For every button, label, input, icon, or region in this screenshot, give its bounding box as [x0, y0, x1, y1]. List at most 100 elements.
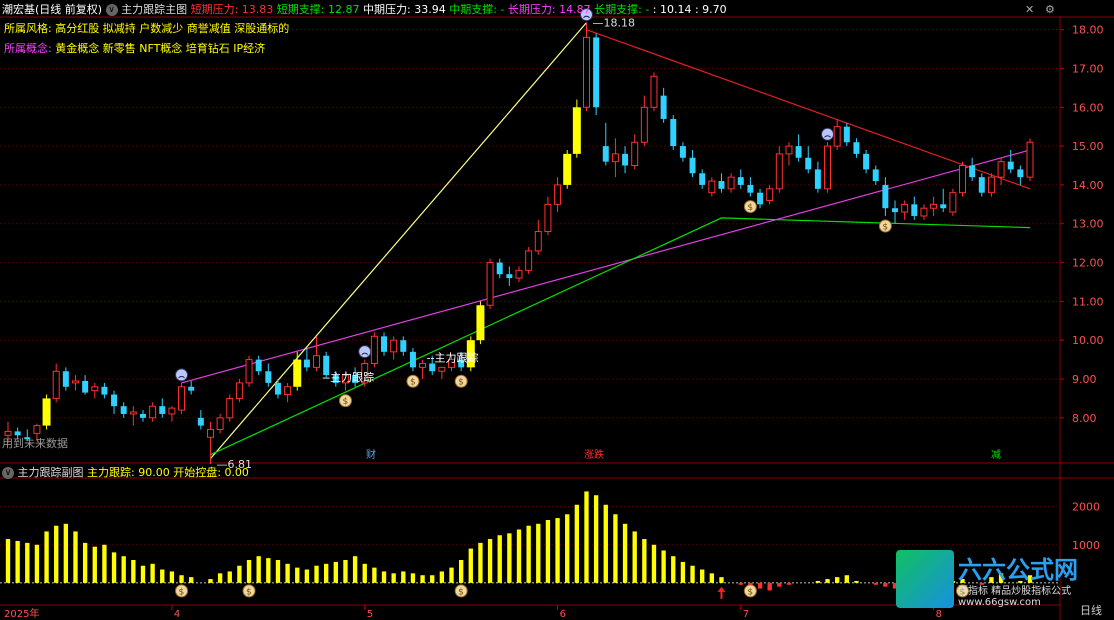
candle-body	[313, 355, 321, 368]
sub-bar	[131, 560, 136, 583]
candle-body	[611, 153, 619, 163]
candle-body	[949, 192, 957, 213]
money-bag-sign: $	[179, 587, 185, 597]
x-tick-label: 6	[560, 609, 566, 620]
candle-body	[766, 188, 774, 201]
sub-chart-header: ∨ 主力跟踪副图 主力跟踪: 90.00 开始控盘: 0.00	[2, 466, 249, 480]
sub-bar	[73, 531, 78, 583]
sub-bar	[44, 531, 49, 583]
header-item-label: 长期压力:	[504, 3, 556, 16]
event-tag-finance[interactable]: 财	[365, 450, 377, 462]
candle-body	[757, 192, 764, 205]
y-tick-label: 18.00	[1072, 24, 1104, 37]
y-tick-label: 17.00	[1072, 62, 1104, 75]
candle-body	[708, 180, 716, 194]
sub-bar	[555, 518, 560, 583]
indicator-name[interactable]: 主力跟踪主图	[121, 3, 187, 16]
sub-bar	[314, 565, 319, 583]
sub-bar	[439, 571, 445, 583]
sub-bar	[256, 556, 261, 583]
sad-face-icon	[358, 345, 372, 359]
sub-bar	[854, 580, 859, 583]
sub-bar	[63, 523, 69, 583]
candle-body	[274, 382, 281, 395]
concept-row: 所属概念: 黄金概念 新零售 NFT概念 培育钻石 IP经济	[4, 42, 265, 56]
money-bag-sign: $	[458, 587, 464, 597]
event-tag-change[interactable]: 涨跌	[583, 450, 605, 462]
candle-body	[940, 204, 947, 209]
candle-body	[188, 386, 195, 391]
support-line	[210, 217, 1031, 456]
candle-body	[216, 417, 224, 430]
sub-indicator-toggle-icon[interactable]: ∨	[2, 467, 14, 479]
y-tick-label: 14.00	[1072, 179, 1104, 192]
sub-bar	[786, 582, 792, 585]
candle-body	[284, 386, 292, 396]
sub-bar	[835, 577, 840, 583]
sub-bar	[603, 504, 608, 583]
chart-header: 潮宏基(日线 前复权) ∨ 主力跟踪主图 短期压力: 13.83 短期支撑: 1…	[2, 3, 727, 17]
stock-title[interactable]: 潮宏基(日线 前复权)	[2, 3, 102, 16]
candle-body	[72, 380, 79, 384]
sub-item-label: 主力跟踪:	[87, 466, 135, 479]
settings-icon[interactable]: ⚙	[1045, 3, 1055, 17]
brand-logo-icon	[896, 550, 954, 608]
money-bag-sign: $	[410, 378, 416, 388]
candle-body	[872, 169, 879, 182]
candle-body	[824, 145, 832, 190]
sub-bar	[333, 561, 338, 583]
candle-body	[920, 207, 928, 217]
y-tick-label: 13.00	[1072, 218, 1104, 231]
candle-body	[139, 413, 146, 418]
candle-body	[833, 126, 841, 147]
sub-bar	[401, 571, 406, 583]
event-tag-reduce[interactable]: 减	[990, 450, 1002, 462]
sub-bar	[815, 580, 821, 583]
sub-bar	[536, 523, 541, 583]
main-track-label: --主力跟踪	[322, 370, 374, 384]
sub-bar	[5, 539, 11, 583]
sub-bar	[719, 577, 724, 583]
candle-body	[622, 153, 629, 166]
candle-body	[197, 417, 204, 426]
sub-bar	[565, 514, 570, 583]
candle-body	[429, 363, 436, 372]
period-label[interactable]: 日线	[1080, 604, 1102, 618]
sub-bar	[227, 571, 232, 583]
candle-body	[438, 366, 446, 372]
candle-body	[419, 362, 427, 368]
y-tick-label: 11.00	[1072, 295, 1104, 308]
sub-bar	[420, 575, 425, 583]
candle-body	[892, 208, 899, 213]
sub-bar	[844, 575, 849, 583]
candle-body	[1007, 161, 1014, 170]
candle-body	[631, 141, 639, 167]
sub-bar	[34, 544, 40, 583]
sub-bar	[545, 520, 551, 583]
sub-bar	[352, 556, 358, 583]
candle-body	[400, 340, 407, 352]
candle-body	[265, 371, 272, 383]
money-bag-sign: $	[246, 587, 252, 597]
sub-bar	[507, 533, 512, 583]
sub-bar	[169, 571, 175, 583]
up-arrow-icon	[717, 586, 726, 599]
candle-body	[650, 75, 658, 108]
indicator-toggle-icon[interactable]: ∨	[105, 4, 118, 16]
candle-body	[91, 386, 99, 392]
candle-body	[159, 406, 166, 414]
close-icon[interactable]: ✕	[1025, 3, 1034, 17]
sub-bar	[179, 575, 184, 583]
sub-bar	[478, 542, 483, 583]
y-tick-label: 10.00	[1072, 334, 1104, 347]
candle-body	[572, 107, 581, 154]
candle-body	[785, 145, 793, 155]
candle-body	[930, 203, 938, 209]
sub-indicator-name[interactable]: 主力跟踪副图	[18, 466, 84, 479]
sub-bar	[25, 542, 30, 583]
y-tick-label: 16.00	[1072, 101, 1104, 114]
sub-bar	[661, 550, 666, 583]
sub-item-label: 开始控盘:	[173, 466, 221, 479]
sub-bar	[391, 573, 396, 583]
header-item-value: 9.70	[698, 3, 727, 16]
